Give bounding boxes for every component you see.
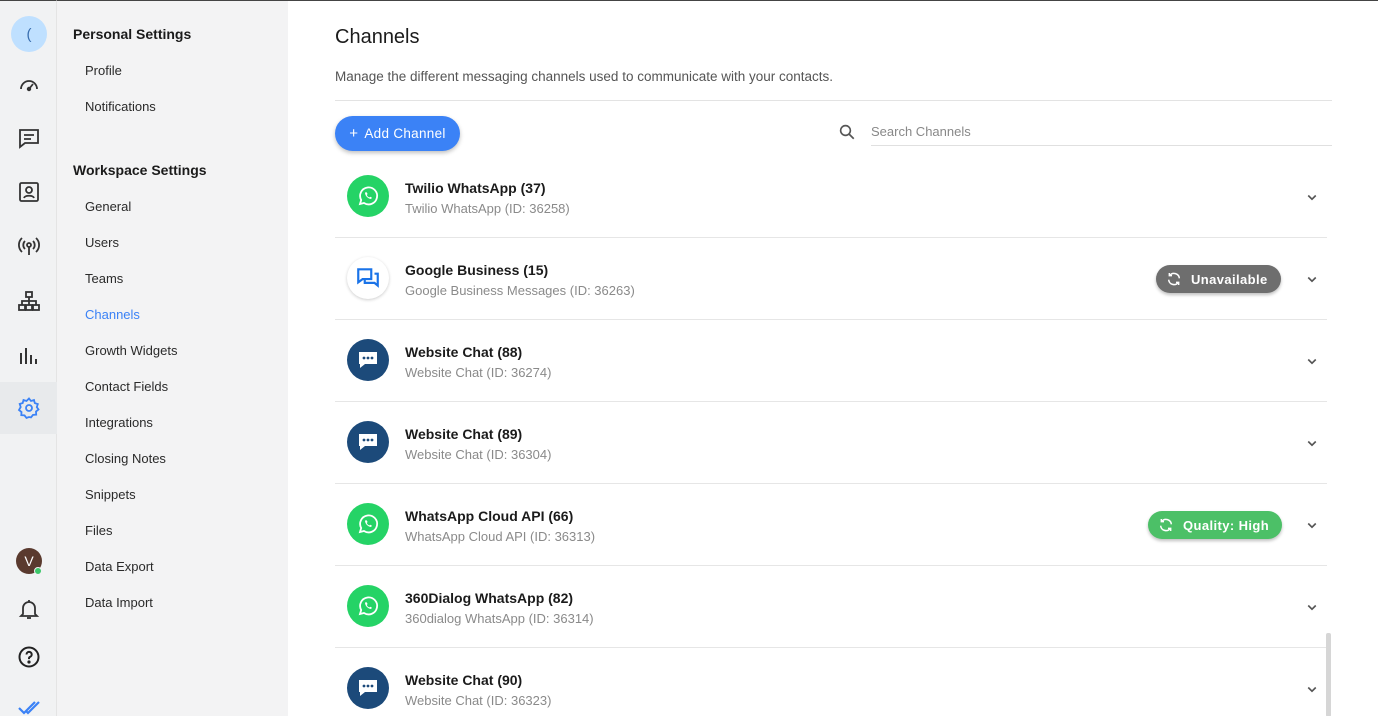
add-channel-label: Add Channel	[364, 126, 446, 141]
status-badge-label: Unavailable	[1191, 271, 1268, 287]
refresh-icon	[1159, 518, 1173, 532]
channel-subtitle: Website Chat (ID: 36323)	[405, 693, 552, 708]
workspace-glyph: (	[26, 25, 32, 43]
sidebar-item-channels[interactable]: Channels	[85, 307, 140, 322]
channel-name: WhatsApp Cloud API (66)	[405, 508, 574, 524]
status-badge[interactable]: Unavailable	[1156, 265, 1281, 293]
sidebar-item-teams[interactable]: Teams	[85, 271, 123, 286]
search-channels-input[interactable]	[871, 118, 1332, 146]
personal-settings-heading: Personal Settings	[73, 26, 192, 42]
broadcast-icon[interactable]	[0, 220, 57, 272]
reports-icon[interactable]	[0, 329, 57, 381]
website-chat-icon	[347, 339, 389, 381]
help-icon[interactable]	[0, 631, 57, 683]
sidebar-item-closing-notes[interactable]: Closing Notes	[85, 451, 166, 466]
online-status-dot	[34, 567, 42, 575]
plus-icon: +	[349, 125, 359, 142]
sidebar-item-profile[interactable]: Profile	[85, 63, 122, 78]
chevron-down-icon[interactable]	[1303, 270, 1321, 288]
settings-icon[interactable]	[0, 382, 57, 434]
channel-subtitle: 360dialog WhatsApp (ID: 36314)	[405, 611, 594, 626]
sidebar-item-users[interactable]: Users	[85, 235, 119, 250]
channel-name: Twilio WhatsApp (37)	[405, 180, 546, 196]
channel-row[interactable]: Website Chat (89) Website Chat (ID: 3630…	[335, 402, 1327, 484]
quality-badge[interactable]: Quality: High	[1148, 511, 1283, 539]
channel-list: Twilio WhatsApp (37) Twilio WhatsApp (ID…	[335, 156, 1327, 716]
chevron-down-icon[interactable]	[1303, 680, 1321, 698]
channel-subtitle: Website Chat (ID: 36304)	[405, 447, 552, 462]
add-channel-button[interactable]: + Add Channel	[335, 116, 460, 151]
website-chat-icon	[347, 421, 389, 463]
channel-row[interactable]: Website Chat (88) Website Chat (ID: 3627…	[335, 320, 1327, 402]
contacts-icon[interactable]	[0, 166, 57, 218]
scrollbar[interactable]	[1326, 633, 1331, 716]
brand-checkmark-icon	[0, 681, 57, 716]
workflows-icon[interactable]	[0, 275, 57, 327]
channel-subtitle: WhatsApp Cloud API (ID: 36313)	[405, 529, 596, 544]
avatar-initial: V	[24, 553, 34, 569]
quality-badge-label: Quality: High	[1183, 517, 1270, 533]
channel-row[interactable]: Google Business (15) Google Business Mes…	[335, 238, 1327, 320]
channel-row[interactable]: WhatsApp Cloud API (66) WhatsApp Cloud A…	[335, 484, 1327, 566]
channel-row[interactable]: Website Chat (90) Website Chat (ID: 3632…	[335, 648, 1327, 716]
website-chat-icon	[347, 667, 389, 709]
channel-name: Google Business (15)	[405, 262, 549, 278]
channel-subtitle: Google Business Messages (ID: 36263)	[405, 283, 635, 298]
workspace-switcher[interactable]: (	[11, 16, 47, 52]
workspace-settings-heading: Workspace Settings	[73, 162, 207, 178]
channel-name: Website Chat (88)	[405, 344, 523, 360]
channel-name: Website Chat (90)	[405, 672, 523, 688]
channel-name: 360Dialog WhatsApp (82)	[405, 590, 574, 606]
refresh-icon	[1167, 272, 1181, 286]
settings-sidebar: Personal Settings Profile Notifications …	[57, 0, 288, 716]
sidebar-item-contact-fields[interactable]: Contact Fields	[85, 379, 168, 394]
chevron-down-icon[interactable]	[1303, 598, 1321, 616]
channel-row[interactable]: 360Dialog WhatsApp (82) 360dialog WhatsA…	[335, 566, 1327, 648]
sidebar-item-files[interactable]: Files	[85, 523, 112, 538]
sidebar-item-general[interactable]: General	[85, 199, 131, 214]
whatsapp-icon	[347, 175, 389, 217]
notifications-icon[interactable]	[0, 583, 57, 635]
chevron-down-icon[interactable]	[1303, 352, 1321, 370]
page-description: Manage the different messaging channels …	[335, 69, 834, 84]
whatsapp-icon	[347, 585, 389, 627]
chevron-down-icon[interactable]	[1303, 188, 1321, 206]
channels-page: Channels Manage the different messaging …	[288, 0, 1378, 716]
channel-row[interactable]: Twilio WhatsApp (37) Twilio WhatsApp (ID…	[335, 156, 1327, 238]
channel-subtitle: Website Chat (ID: 36274)	[405, 365, 552, 380]
channel-subtitle: Twilio WhatsApp (ID: 36258)	[405, 201, 570, 216]
sidebar-item-growth-widgets[interactable]: Growth Widgets	[85, 343, 177, 358]
page-title: Channels	[335, 26, 420, 48]
sidebar-item-integrations[interactable]: Integrations	[85, 415, 153, 430]
icon-rail: ( V	[0, 0, 57, 716]
whatsapp-icon	[347, 503, 389, 545]
sidebar-item-notifications[interactable]: Notifications	[85, 99, 156, 114]
divider	[335, 100, 1332, 101]
sidebar-item-snippets[interactable]: Snippets	[85, 487, 136, 502]
chevron-down-icon[interactable]	[1303, 434, 1321, 452]
chevron-down-icon[interactable]	[1303, 516, 1321, 534]
sidebar-item-data-export[interactable]: Data Export	[85, 559, 154, 574]
search-icon	[839, 124, 855, 140]
channel-name: Website Chat (89)	[405, 426, 523, 442]
google-business-messages-icon	[347, 257, 389, 299]
dashboard-icon[interactable]	[0, 59, 57, 111]
sidebar-item-data-import[interactable]: Data Import	[85, 595, 153, 610]
messages-icon[interactable]	[0, 112, 57, 164]
